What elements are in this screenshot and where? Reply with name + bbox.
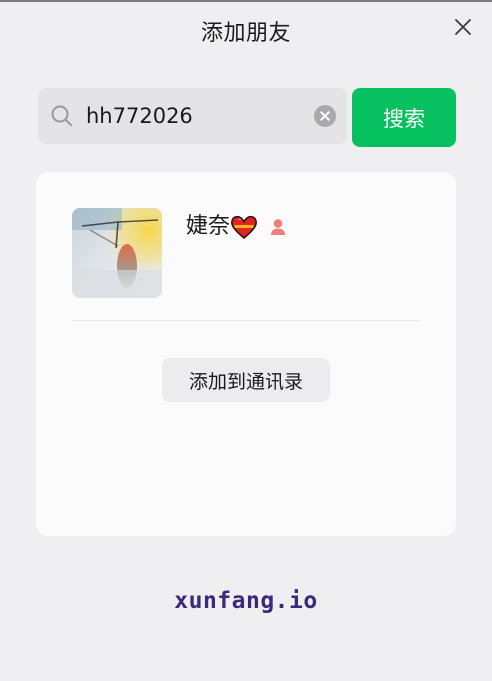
search-result-card: 婕奈 添加到通讯录 xyxy=(36,172,456,536)
female-user-icon xyxy=(271,219,286,235)
search-icon xyxy=(51,105,72,126)
divider xyxy=(72,320,420,321)
add-to-contacts-button[interactable]: 添加到通讯录 xyxy=(162,358,330,402)
avatar[interactable] xyxy=(72,208,162,298)
search-button[interactable]: 搜索 xyxy=(352,88,456,147)
close-button[interactable] xyxy=(452,16,474,38)
add-friend-window: 添加朋友 搜索 xyxy=(0,0,492,681)
heart-icon xyxy=(231,215,257,239)
search-input[interactable] xyxy=(86,100,296,132)
clear-icon xyxy=(314,105,336,127)
search-box xyxy=(38,88,347,144)
window-title: 添加朋友 xyxy=(200,21,291,46)
close-icon xyxy=(455,19,471,35)
clear-search-button[interactable] xyxy=(314,105,336,127)
contact-name: 婕奈 xyxy=(186,214,231,239)
contact-name-row: 婕奈 xyxy=(186,210,288,244)
watermark: xunfang.io xyxy=(174,588,318,614)
avatar-image xyxy=(72,208,162,298)
